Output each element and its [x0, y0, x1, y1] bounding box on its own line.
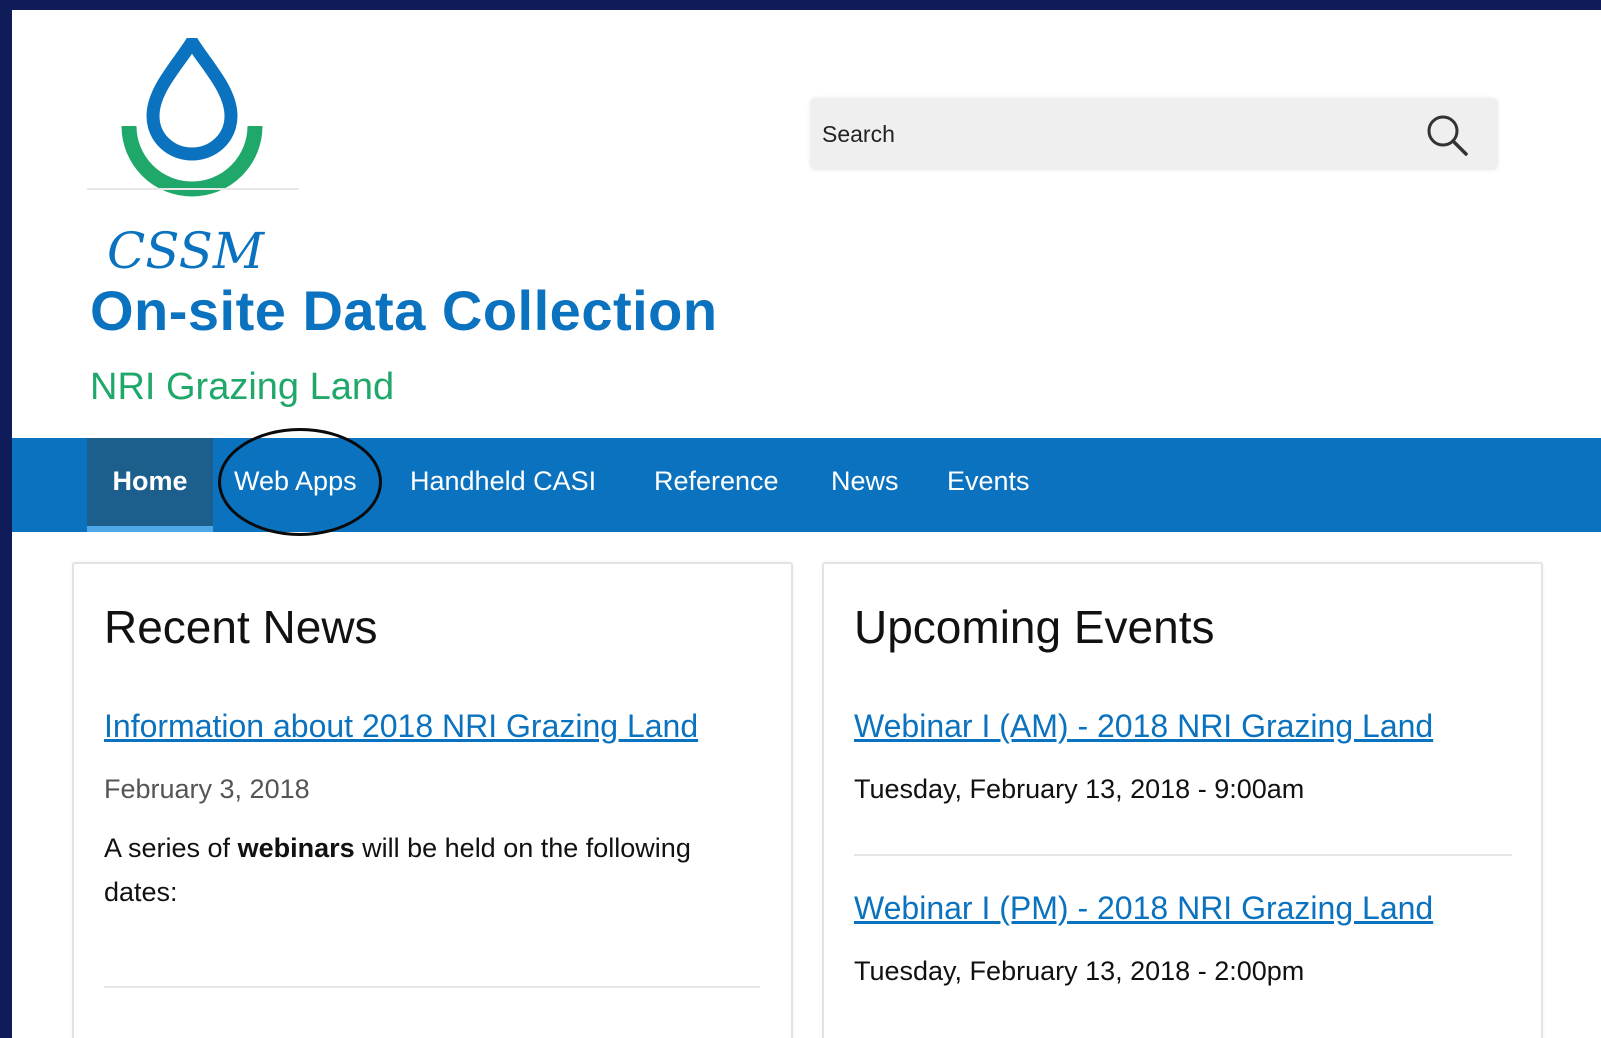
recent-news-heading: Recent News: [104, 601, 378, 653]
browser-page: CSSM On-site Data Collection NRI Grazing…: [12, 10, 1601, 1038]
nav-item-web-apps[interactable]: Web Apps: [234, 438, 357, 532]
search-button[interactable]: [1424, 112, 1470, 158]
nav-item-home[interactable]: Home: [87, 438, 213, 532]
news-item-date: February 3, 2018: [104, 774, 310, 804]
search-form: [810, 98, 1498, 170]
nav-item-events[interactable]: Events: [947, 438, 1030, 532]
logo-wordmark: CSSM: [107, 222, 266, 278]
water-drop-icon: CSSM: [107, 29, 266, 280]
upcoming-events-heading: Upcoming Events: [854, 601, 1215, 653]
summary-text: A series of: [104, 833, 238, 863]
event-item-date: Tuesday, February 13, 2018 - 2:00pm: [854, 956, 1305, 986]
logo-divider: [87, 188, 299, 190]
news-divider: [104, 986, 760, 988]
site-name[interactable]: On-site Data Collection: [90, 278, 718, 343]
main-nav: Home Web Apps Handheld CASI Reference Ne…: [12, 438, 1601, 532]
event-item-link[interactable]: Webinar I (AM) - 2018 NRI Grazing Land: [854, 708, 1433, 745]
recent-news-panel: Recent News Information about 2018 NRI G…: [72, 562, 793, 1038]
news-item-summary: A series of webinars will be held on the…: [104, 826, 754, 914]
nav-item-reference[interactable]: Reference: [654, 438, 779, 532]
upcoming-events-panel: Upcoming Events Webinar I (AM) - 2018 NR…: [822, 562, 1543, 1038]
event-divider: [854, 854, 1512, 856]
event-item-link[interactable]: Webinar I (PM) - 2018 NRI Grazing Land: [854, 890, 1433, 927]
site-slogan: NRI Grazing Land: [90, 366, 395, 408]
nav-item-handheld-casi[interactable]: Handheld CASI: [410, 438, 596, 532]
event-item-date: Tuesday, February 13, 2018 - 9:00am: [854, 774, 1305, 804]
nav-item-news[interactable]: News: [831, 438, 899, 532]
search-input[interactable]: [820, 108, 1402, 160]
summary-bold-text: webinars: [237, 833, 355, 863]
site-logo[interactable]: CSSM: [87, 29, 297, 280]
search-icon: [1427, 115, 1468, 156]
news-item-link[interactable]: Information about 2018 NRI Grazing Land: [104, 708, 698, 745]
